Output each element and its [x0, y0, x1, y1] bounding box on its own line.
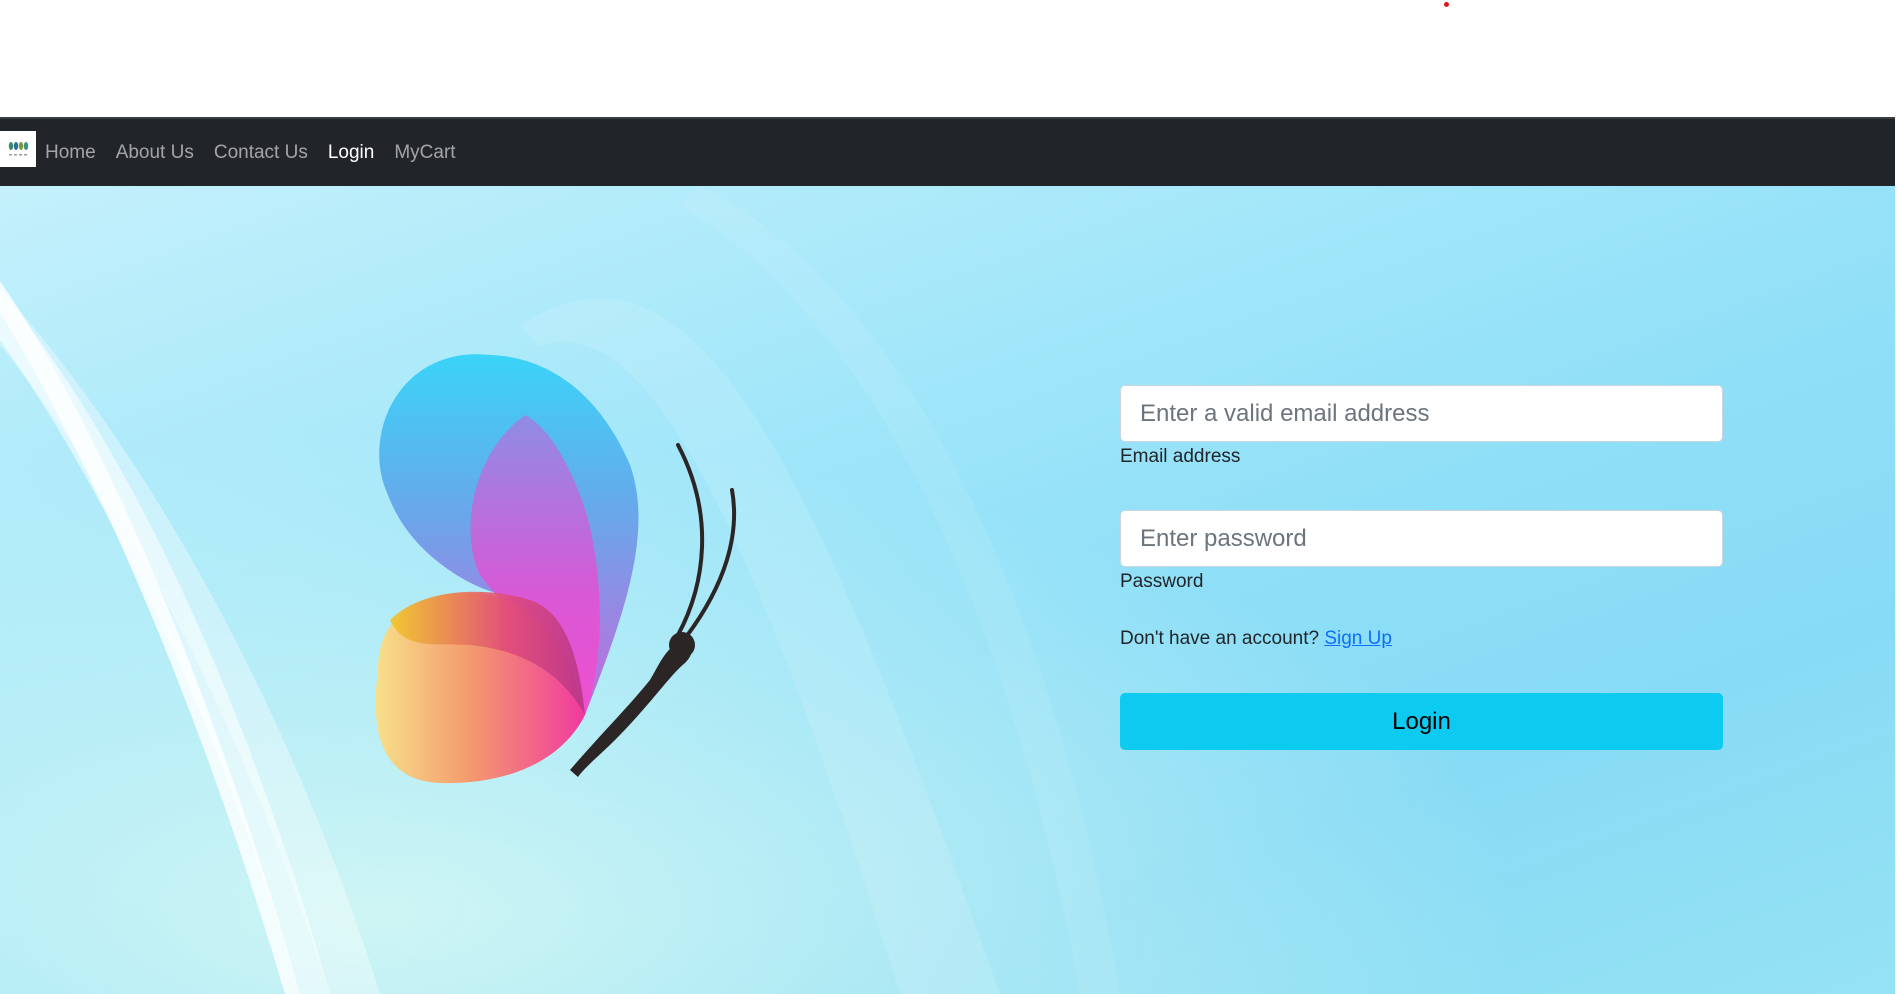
nav-links: Home About Us Contact Us Login MyCart [45, 119, 466, 186]
password-group: Password [1120, 510, 1723, 593]
nav-mycart[interactable]: MyCart [384, 142, 465, 164]
login-button[interactable]: Login [1120, 693, 1723, 750]
logo-icon [8, 142, 29, 156]
email-input[interactable] [1120, 385, 1723, 442]
nav-about-us[interactable]: About Us [106, 142, 204, 164]
cursor-dot [1444, 2, 1449, 7]
browser-blank-area [0, 0, 1899, 117]
password-label: Password [1120, 571, 1204, 592]
navbar: Home About Us Contact Us Login MyCart [0, 117, 1895, 186]
nav-home[interactable]: Home [45, 142, 106, 164]
signup-prompt-text: Don't have an account? [1120, 628, 1325, 649]
nav-contact-us[interactable]: Contact Us [204, 142, 318, 164]
butterfly-icon [375, 354, 737, 784]
right-edge [1895, 117, 1899, 994]
nav-login[interactable]: Login [318, 142, 385, 164]
brand-logo[interactable] [0, 131, 36, 167]
signup-prompt-row: Don't have an account? Sign Up [1120, 628, 1392, 650]
signup-link[interactable]: Sign Up [1324, 628, 1392, 649]
password-input[interactable] [1120, 510, 1723, 567]
email-label: Email address [1120, 446, 1241, 467]
email-group: Email address [1120, 385, 1723, 468]
